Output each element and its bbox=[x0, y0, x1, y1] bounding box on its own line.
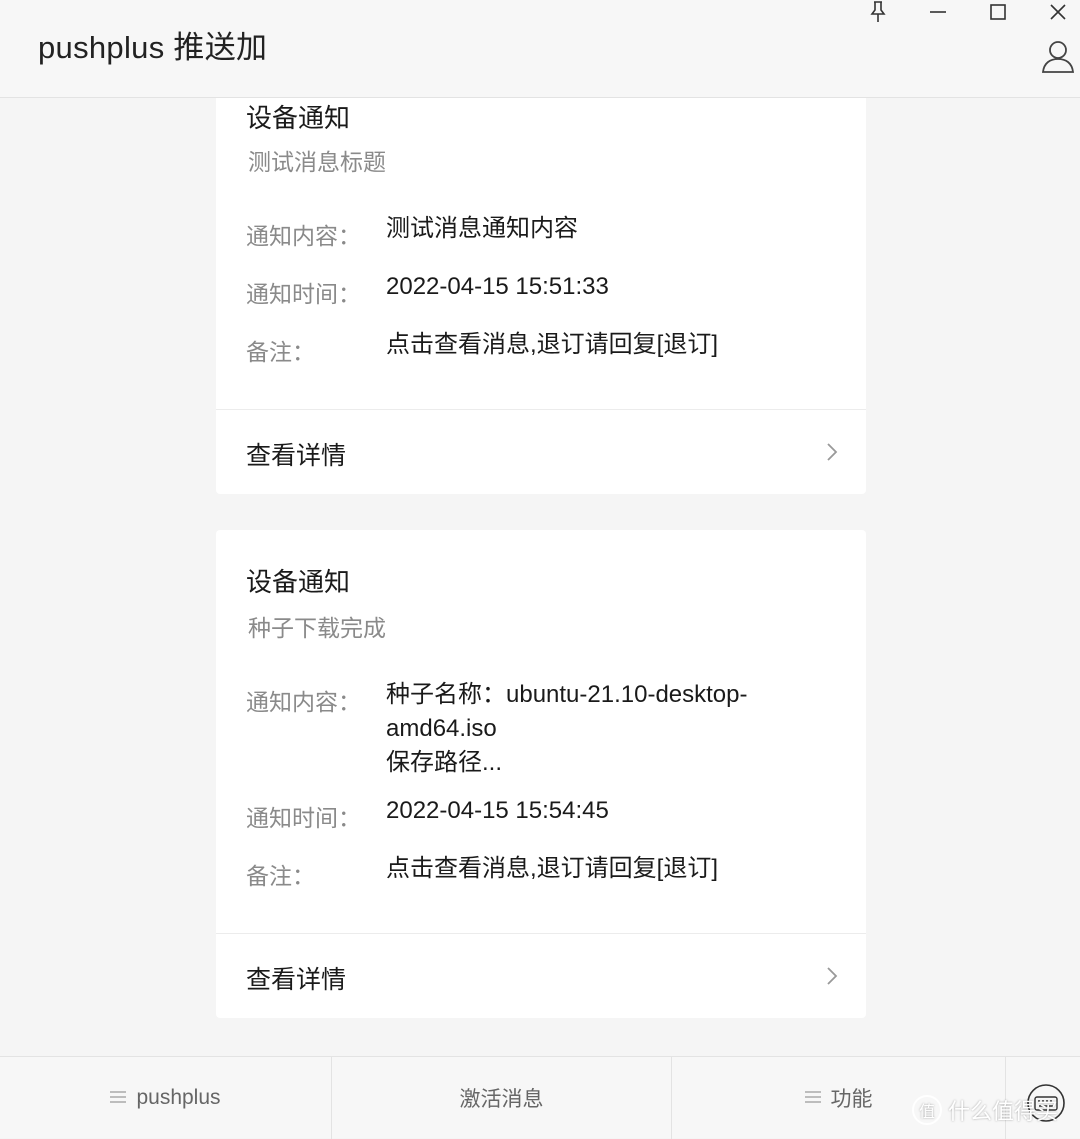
remark-label: 备注： bbox=[246, 863, 315, 889]
menu-tab-label: 激活消息 bbox=[459, 1088, 544, 1111]
content-value: 测试消息通知内容 bbox=[386, 215, 578, 242]
content-value-line: 种子名称：ubuntu-21.10-desktop- bbox=[386, 681, 748, 708]
title-bar: pushplus 推送加 bbox=[0, 0, 1080, 98]
time-label: 通知时间： bbox=[246, 805, 361, 831]
remark-value: 点击查看消息,退订请回复[退订] bbox=[386, 331, 719, 358]
card-subtitle: 种子下载完成 bbox=[248, 615, 386, 641]
view-details-label: 查看详情 bbox=[246, 966, 347, 994]
card-title: 设备通知 bbox=[246, 103, 351, 133]
pin-icon bbox=[869, 1, 887, 23]
time-label: 通知时间： bbox=[246, 281, 361, 307]
content-value-line: amd64.iso bbox=[386, 715, 497, 742]
watermark-text: 什么值得买 bbox=[948, 1099, 1059, 1124]
user-icon bbox=[1040, 41, 1076, 78]
watermark-badge: 值 bbox=[912, 1095, 942, 1125]
view-details-button[interactable]: 查看详情 bbox=[216, 410, 866, 494]
content-label: 通知内容： bbox=[246, 223, 361, 249]
view-details-button[interactable]: 查看详情 bbox=[216, 934, 866, 1018]
chevron-right-icon bbox=[826, 442, 838, 467]
card-subtitle: 测试消息标题 bbox=[248, 149, 386, 175]
app-title: pushplus 推送加 bbox=[38, 30, 268, 65]
menu-icon bbox=[110, 1086, 127, 1110]
maximize-button[interactable] bbox=[978, 0, 1018, 24]
user-button[interactable] bbox=[1040, 38, 1076, 74]
remark-label: 备注： bbox=[246, 339, 315, 365]
content-value-line: 保存路径... bbox=[386, 749, 503, 776]
card-title: 设备通知 bbox=[246, 567, 351, 597]
maximize-icon bbox=[989, 3, 1007, 21]
menu-tab-label: 功能 bbox=[830, 1088, 873, 1111]
content-label: 通知内容： bbox=[246, 689, 361, 715]
menu-icon bbox=[804, 1086, 821, 1110]
watermark: 值 什么值得买 bbox=[912, 1094, 1058, 1126]
minimize-button[interactable] bbox=[918, 0, 958, 24]
menu-tab-activate[interactable]: 激活消息 bbox=[332, 1057, 672, 1139]
minimize-icon bbox=[929, 3, 947, 21]
content-value: 种子名称：ubuntu-21.10-desktop- amd64.iso 保存路… bbox=[386, 678, 826, 780]
time-value: 2022-04-15 15:54:45 bbox=[386, 797, 609, 824]
chevron-right-icon bbox=[826, 966, 838, 991]
close-icon bbox=[1049, 3, 1067, 21]
time-value: 2022-04-15 15:51:33 bbox=[386, 273, 609, 300]
message-card: 设备通知 测试消息标题 通知内容： 测试消息通知内容 通知时间： 2022-04… bbox=[216, 98, 866, 494]
menu-tab-label: pushplus bbox=[136, 1086, 221, 1109]
close-button[interactable] bbox=[1038, 0, 1078, 24]
remark-value: 点击查看消息,退订请回复[退订] bbox=[386, 855, 719, 882]
menu-tab-pushplus[interactable]: pushplus bbox=[0, 1057, 332, 1139]
message-list[interactable]: 设备通知 测试消息标题 通知内容： 测试消息通知内容 通知时间： 2022-04… bbox=[0, 98, 1080, 1056]
view-details-label: 查看详情 bbox=[246, 442, 347, 470]
message-card: 设备通知 种子下载完成 通知内容： 种子名称：ubuntu-21.10-desk… bbox=[216, 530, 866, 1018]
pin-button[interactable] bbox=[858, 0, 898, 24]
